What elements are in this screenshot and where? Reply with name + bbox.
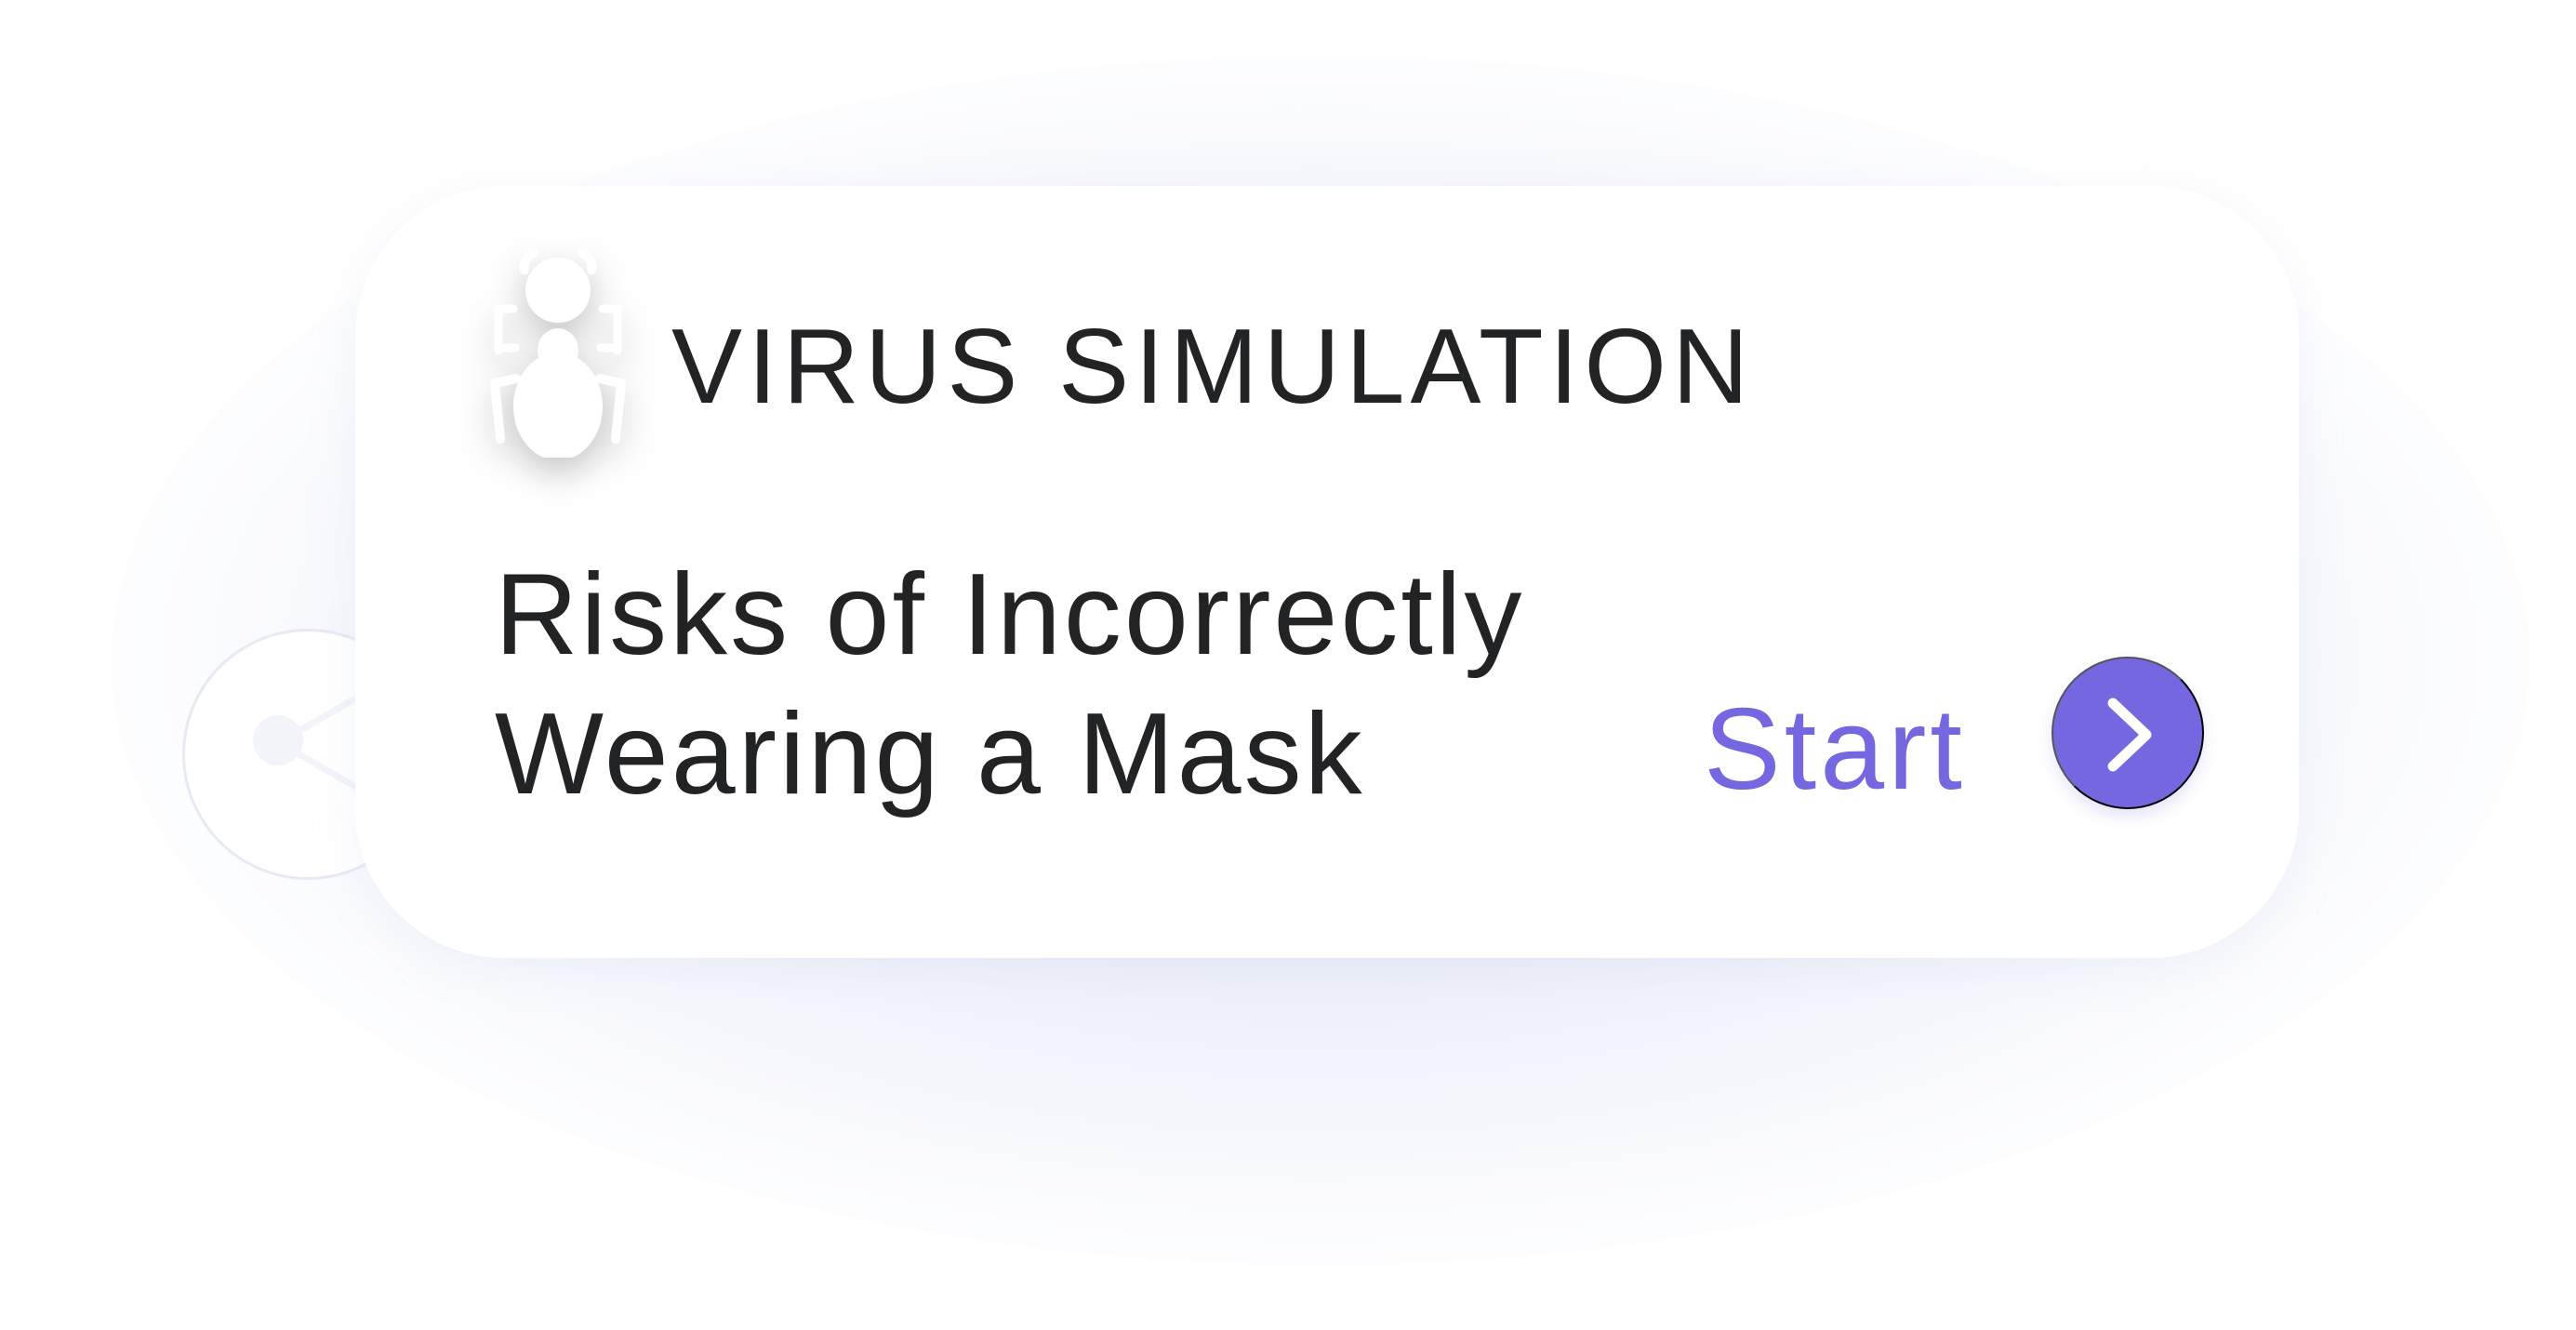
- bug-icon: [484, 244, 632, 458]
- card-title-line-2: Wearing a Mask: [495, 690, 1365, 818]
- start-button[interactable]: [2052, 657, 2204, 809]
- connector-dot: [253, 715, 303, 765]
- start-label[interactable]: Start: [1704, 692, 1966, 807]
- card-eyebrow: VIRUS SIMULATION: [671, 308, 1755, 426]
- card-title-line-1: Risks of Incorrectly: [495, 551, 1525, 679]
- card-title: Risks of Incorrectly Wearing a Mask: [495, 545, 1657, 824]
- chevron-right-icon: [2107, 698, 2152, 772]
- start-action[interactable]: Start: [1704, 657, 2224, 824]
